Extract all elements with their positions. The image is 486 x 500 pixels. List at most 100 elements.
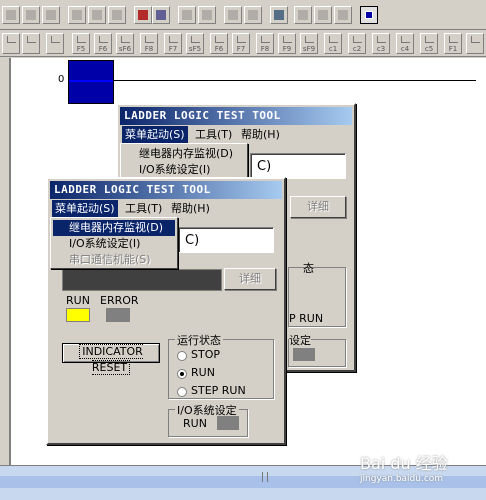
contact-icon: [305, 36, 314, 43]
cpu-field: C): [250, 153, 346, 179]
fkey-9[interactable]: F9: [278, 33, 296, 54]
menu-start[interactable]: 菜单起动(S): [122, 126, 188, 143]
fkey-1[interactable]: F6: [94, 33, 112, 54]
fkey-label: F7: [168, 45, 178, 53]
radio-stop[interactable]: STOP: [177, 348, 220, 362]
fkey-label: F5: [76, 45, 86, 53]
toolbar-button-4[interactable]: [68, 6, 86, 24]
toolbar-icon: [182, 10, 192, 20]
toolbar-button-7[interactable]: [134, 6, 152, 24]
menu-start[interactable]: 菜单起动(S): [52, 200, 118, 217]
group-label: 态: [303, 262, 314, 275]
step-run-label: P RUN: [289, 312, 324, 325]
fkey-7[interactable]: F7: [232, 33, 250, 54]
menu-item-relay-monitor[interactable]: 继电器内存监视(D): [123, 146, 245, 162]
io-run-lamp: [293, 348, 315, 361]
toolbar-button-11[interactable]: [224, 6, 242, 24]
indicator-reset-button[interactable]: INDICATOR RESET: [62, 343, 160, 375]
fkey-14[interactable]: c4: [396, 33, 414, 54]
fkey-label: F6: [214, 45, 224, 53]
contact-icon: [283, 36, 292, 43]
ladder-test-button[interactable]: [360, 6, 378, 24]
tool-icon: [51, 36, 60, 43]
fkey-5[interactable]: sF5: [186, 33, 204, 54]
contact-icon: [471, 36, 480, 43]
toolbar-icon: [338, 10, 348, 20]
fkey-8[interactable]: F8: [256, 33, 274, 54]
toolbar-icon: [228, 10, 238, 20]
contact-icon: [169, 36, 178, 43]
toolbar-icon: [112, 10, 122, 20]
indicator-reset-label: INDICATOR RESET: [79, 344, 143, 375]
fkey-11[interactable]: c1: [324, 33, 342, 54]
ladder-rung-line: [114, 80, 476, 81]
toolbar-button-2[interactable]: [22, 6, 40, 24]
radio-run[interactable]: RUN: [177, 366, 215, 380]
fkey-13[interactable]: c3: [372, 33, 390, 54]
scroll-grip-icon[interactable]: [262, 472, 268, 482]
rung-number: 0: [58, 74, 65, 85]
fkey-4[interactable]: F7: [164, 33, 182, 54]
contact-icon: [215, 36, 224, 43]
menu-help[interactable]: 帮助(H): [238, 126, 283, 143]
menu-item-relay-monitor[interactable]: 继电器内存监视(D): [53, 220, 175, 236]
fkey-15[interactable]: c5: [420, 33, 438, 54]
toolbar-button-a[interactable]: [2, 33, 20, 54]
fkey-12[interactable]: c2: [348, 33, 366, 54]
fkey-label: F9: [282, 45, 292, 53]
fkey-label: F7: [236, 45, 246, 53]
toolbar-button-9[interactable]: [178, 6, 196, 24]
toolbar-button-6[interactable]: [108, 6, 126, 24]
fkey-2[interactable]: sF6: [116, 33, 134, 54]
menu-item-io-settings[interactable]: I/O系统设定(I): [53, 236, 175, 252]
toolbar-button-1[interactable]: [2, 6, 20, 24]
watermark-logo: Bai du 经验 jingyan.baidu.com: [360, 450, 448, 484]
fkey-0[interactable]: F5: [72, 33, 90, 54]
toolbar-button-5[interactable]: [88, 6, 106, 24]
toolbar-button-10[interactable]: [198, 6, 216, 24]
left-margin: [0, 58, 10, 465]
fkey-label: sF9: [302, 45, 316, 53]
group-label: 设定: [289, 332, 311, 348]
toolbar-icon: [202, 10, 212, 20]
fkey-3[interactable]: F8: [140, 33, 158, 54]
fkey-10[interactable]: sF9: [300, 33, 318, 54]
contact-icon: [237, 36, 246, 43]
fkey-label: F8: [144, 45, 154, 53]
error-lamp: [106, 308, 130, 322]
toolbar-button-14[interactable]: [294, 6, 312, 24]
toolbar-button-b[interactable]: [22, 33, 40, 54]
toolbar-button-12[interactable]: [244, 6, 262, 24]
toolbar-button-15[interactable]: [314, 6, 332, 24]
detail-button[interactable]: 详细: [290, 196, 346, 218]
magnifier-button[interactable]: [152, 6, 170, 24]
toolbar-button-3[interactable]: [42, 6, 60, 24]
start-menu-dropdown: 继电器内存监视(D) I/O系统设定(I) 串口通信机能(S): [50, 217, 178, 269]
toolbar-button-c[interactable]: [46, 33, 64, 54]
menu-help[interactable]: 帮助(H): [168, 200, 213, 217]
fkey-6[interactable]: F6: [210, 33, 228, 54]
ladder-cursor[interactable]: [68, 60, 114, 104]
start-menu-dropdown: 继电器内存监视(D) I/O系统设定(I): [120, 143, 248, 179]
front-test-tool-window[interactable]: LADDER LOGIC TEST TOOL 菜单起动(S) 工具(T) 帮助(…: [46, 177, 286, 445]
menu-tools[interactable]: 工具(T): [192, 126, 235, 143]
globe-button[interactable]: [270, 6, 288, 24]
fkey-17[interactable]: [466, 33, 484, 54]
watermark-brand: Bai du 经验: [360, 454, 448, 473]
globe-icon: [274, 10, 284, 20]
io-group: 设定: [288, 332, 346, 367]
menu-tools[interactable]: 工具(T): [122, 200, 165, 217]
contact-icon: [191, 36, 200, 43]
fkey-16[interactable]: F1: [444, 33, 462, 54]
run-lamp: [66, 308, 90, 322]
menu-item-io-settings[interactable]: I/O系统设定(I): [123, 162, 245, 178]
toolbar-button-16[interactable]: [334, 6, 352, 24]
radio-step-run[interactable]: STEP RUN: [177, 384, 246, 398]
fkey-label: F6: [98, 45, 108, 53]
toolbar-icon: [6, 10, 16, 20]
window-title: LADDER LOGIC TEST TOOL: [50, 181, 282, 199]
toolbar-icon: [92, 10, 102, 20]
detail-button[interactable]: 详细: [224, 268, 276, 290]
run-label: RUN: [66, 294, 90, 307]
toolbar-icon: [248, 10, 258, 20]
